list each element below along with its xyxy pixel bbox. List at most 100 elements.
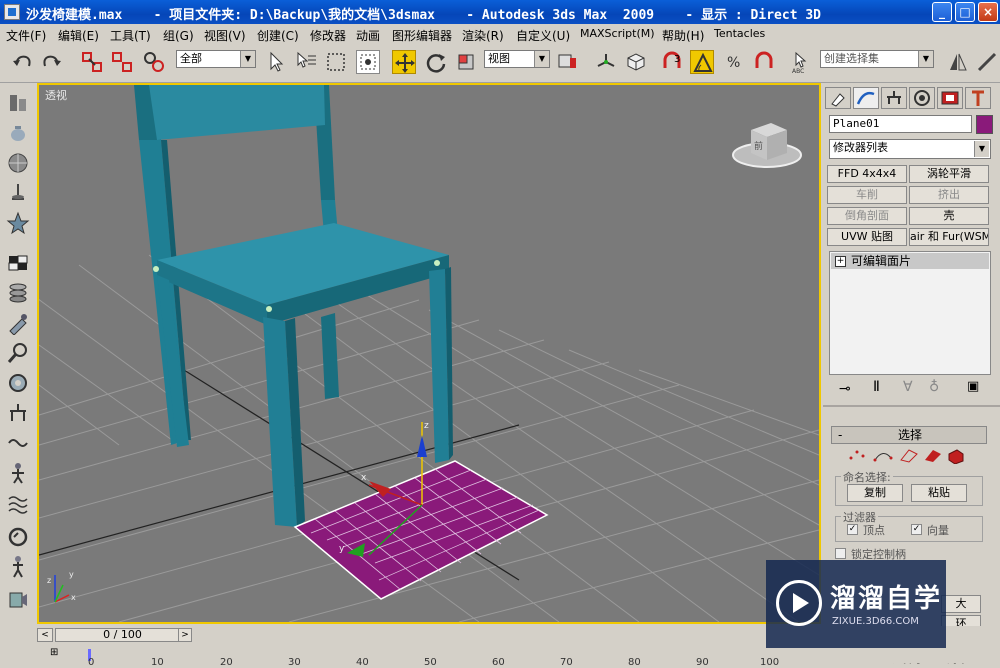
menu-customize[interactable]: 自定义(U) bbox=[516, 27, 570, 44]
menu-help[interactable]: 帮助(H) bbox=[662, 27, 704, 44]
unlink-icon[interactable] bbox=[110, 50, 134, 74]
selection-rollout-header[interactable]: - 选择 bbox=[831, 426, 987, 444]
maximize-button[interactable]: □ bbox=[955, 2, 975, 22]
paste-button[interactable]: 粘贴 bbox=[911, 484, 967, 502]
wave-icon[interactable] bbox=[6, 431, 30, 455]
make-unique-icon[interactable]: ∀ bbox=[903, 379, 913, 395]
modifier-shell-button[interactable]: 壳 bbox=[909, 207, 989, 225]
percent-snap-icon[interactable]: % bbox=[722, 50, 746, 74]
angle-snap-icon[interactable] bbox=[690, 50, 714, 74]
lock-handles-checkbox[interactable] bbox=[835, 548, 846, 559]
patch-mode-icon[interactable] bbox=[925, 450, 941, 462]
plane01-object[interactable] bbox=[293, 460, 549, 600]
motion-tab-icon[interactable] bbox=[909, 87, 935, 109]
filter-vector-checkbox[interactable]: ✓ bbox=[911, 524, 922, 535]
viewcube-icon[interactable]: 前 bbox=[732, 123, 802, 168]
modifier-stack[interactable]: + 可编辑面片 bbox=[829, 251, 991, 375]
menu-edit[interactable]: 编辑(E) bbox=[58, 27, 99, 44]
teapot-icon[interactable] bbox=[6, 121, 30, 145]
grow-button[interactable]: 大 bbox=[941, 595, 981, 613]
modifier-bevel-profile-button[interactable]: 倒角剖面 bbox=[827, 207, 907, 225]
scale-icon[interactable] bbox=[454, 50, 478, 74]
close-button[interactable]: × bbox=[978, 2, 998, 22]
menu-maxscript[interactable]: MAXScript(M) bbox=[580, 27, 655, 40]
edit-named-selection-icon[interactable]: ABC bbox=[790, 50, 814, 75]
sphere-icon[interactable] bbox=[6, 151, 30, 175]
spinner-snap-icon[interactable] bbox=[752, 50, 776, 74]
redo-icon[interactable] bbox=[40, 50, 64, 74]
modify-tab-icon[interactable] bbox=[853, 87, 879, 109]
show-end-result-icon[interactable]: Ⅱ bbox=[873, 379, 880, 395]
expand-icon[interactable]: + bbox=[835, 256, 846, 267]
menu-rendering[interactable]: 渲染(R) bbox=[462, 27, 504, 44]
select-object-icon[interactable] bbox=[264, 50, 288, 74]
object-color-swatch[interactable] bbox=[976, 115, 993, 134]
rectangular-selection-icon[interactable] bbox=[324, 50, 348, 74]
select-by-name-icon[interactable] bbox=[294, 50, 318, 74]
bars-icon[interactable] bbox=[6, 91, 30, 115]
select-and-link-icon[interactable] bbox=[80, 50, 104, 74]
rotate-icon[interactable] bbox=[424, 50, 448, 74]
edge-mode-icon[interactable] bbox=[900, 449, 918, 463]
configure-modifier-sets-icon[interactable]: ▣ bbox=[967, 379, 979, 394]
utilities-tab-icon[interactable] bbox=[965, 87, 991, 109]
menu-graph-editors[interactable]: 图形编辑器 bbox=[392, 27, 452, 44]
menu-group[interactable]: 组(G) bbox=[163, 27, 194, 44]
app-icon[interactable] bbox=[4, 4, 20, 20]
menu-animation[interactable]: 动画 bbox=[356, 27, 380, 44]
hierarchy-icon[interactable] bbox=[6, 401, 30, 425]
element-mode-icon[interactable] bbox=[948, 449, 964, 465]
modifier-hair-fur-button[interactable]: air 和 Fur(WSM bbox=[909, 228, 989, 246]
minimize-button[interactable]: _ bbox=[932, 2, 952, 22]
time-slider[interactable]: 0 / 100 bbox=[55, 628, 190, 642]
align-icon[interactable] bbox=[975, 50, 999, 74]
modifier-turbosmooth-button[interactable]: 涡轮平滑 bbox=[909, 165, 989, 183]
chair-model[interactable] bbox=[134, 85, 453, 527]
pin-stack-icon[interactable]: ⊸ bbox=[839, 381, 851, 397]
stack-item[interactable]: + 可编辑面片 bbox=[831, 253, 989, 269]
modifier-uvw-map-button[interactable]: UVW 贴图 bbox=[827, 228, 907, 246]
keyboard-shortcut-override-icon[interactable] bbox=[624, 50, 648, 74]
bind-space-warp-icon[interactable] bbox=[142, 50, 166, 74]
ripple-icon[interactable] bbox=[6, 491, 30, 515]
mirror-icon[interactable] bbox=[946, 50, 970, 74]
hierarchy-tab-icon[interactable] bbox=[881, 87, 907, 109]
gear-icon[interactable] bbox=[6, 371, 30, 395]
menu-create[interactable]: 创建(C) bbox=[257, 27, 299, 44]
named-selection-dropdown[interactable]: 创建选择集 ▼ bbox=[820, 50, 934, 68]
display-tab-icon[interactable] bbox=[937, 87, 963, 109]
selection-filter-dropdown[interactable]: 全部 ▼ bbox=[176, 50, 256, 68]
manipulate-icon[interactable] bbox=[594, 50, 618, 74]
move-icon[interactable] bbox=[392, 50, 416, 74]
menu-views[interactable]: 视图(V) bbox=[204, 27, 246, 44]
modifier-extrude-button[interactable]: 挤出 bbox=[909, 186, 989, 204]
vertex-mode-icon[interactable] bbox=[849, 450, 865, 460]
snaps-toggle-icon[interactable]: 3 bbox=[660, 50, 684, 74]
magnifier-icon[interactable] bbox=[6, 341, 30, 365]
handle-mode-icon[interactable] bbox=[873, 453, 893, 462]
remove-modifier-icon[interactable]: ♁ bbox=[929, 379, 939, 395]
modifier-list-dropdown[interactable]: 修改器列表 ▼ bbox=[829, 139, 991, 159]
time-prev-icon[interactable]: < bbox=[37, 628, 53, 642]
menu-file[interactable]: 文件(F) bbox=[6, 27, 46, 44]
brush-icon[interactable] bbox=[6, 311, 30, 336]
key-filter-icon[interactable]: ⊞ bbox=[50, 647, 64, 661]
copy-button[interactable]: 复制 bbox=[847, 484, 903, 502]
checker-icon[interactable] bbox=[6, 251, 30, 275]
menu-modifiers[interactable]: 修改器 bbox=[310, 27, 346, 44]
filter-vertex-checkbox[interactable]: ✓ bbox=[847, 524, 858, 535]
helper-star-icon[interactable] bbox=[6, 211, 30, 235]
scene-canvas[interactable]: z x y 前 z y x bbox=[39, 85, 819, 622]
biped-icon[interactable] bbox=[6, 555, 30, 579]
light-icon[interactable] bbox=[6, 181, 30, 205]
create-tab-icon[interactable] bbox=[825, 87, 851, 109]
menu-tools[interactable]: 工具(T) bbox=[110, 27, 151, 44]
modifier-ffd-button[interactable]: FFD 4x4x4 bbox=[827, 165, 907, 183]
object-name-field[interactable]: Plane01 bbox=[829, 115, 972, 133]
window-crossing-icon[interactable] bbox=[356, 50, 380, 74]
loop-icon[interactable] bbox=[6, 525, 30, 549]
time-next-icon[interactable]: > bbox=[178, 628, 192, 642]
figure-icon[interactable] bbox=[6, 461, 30, 485]
modifier-lathe-button[interactable]: 车削 bbox=[827, 186, 907, 204]
cylinder-stack-icon[interactable] bbox=[6, 281, 30, 305]
